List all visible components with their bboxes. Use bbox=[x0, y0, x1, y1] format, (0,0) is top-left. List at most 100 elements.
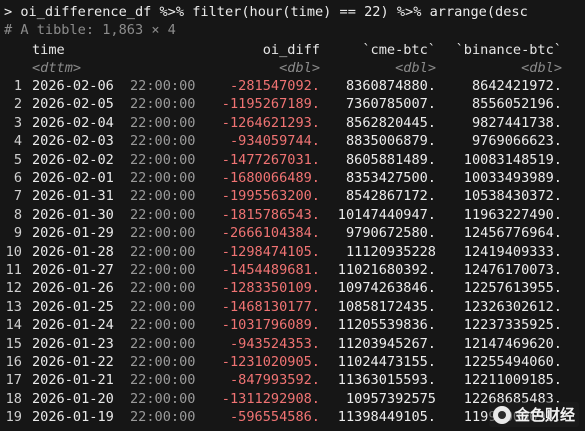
cell-date: 2026-01-25 bbox=[32, 298, 114, 315]
cell-date: 2026-02-03 bbox=[32, 133, 114, 150]
cell-date: 2026-01-28 bbox=[32, 243, 114, 260]
cell-date: 2026-01-31 bbox=[32, 188, 114, 205]
cell-time: 22:00:00 bbox=[130, 114, 196, 131]
row-number: 19 bbox=[5, 409, 22, 426]
r-console[interactable]: > oi_difference_df %>% filter(hour(time)… bbox=[0, 0, 585, 431]
cell-binance-btc: 12326302612. bbox=[463, 298, 562, 315]
cell-binance-btc: 12456776964. bbox=[463, 225, 562, 242]
cell-date: 2026-02-02 bbox=[32, 151, 114, 168]
cell-time: 22:00:00 bbox=[130, 317, 196, 334]
cell-time: 22:00:00 bbox=[130, 298, 196, 315]
cell-date: 2026-01-22 bbox=[32, 354, 114, 370]
cell-oi-diff: -1031796089. bbox=[221, 317, 320, 334]
row-number: 12 bbox=[5, 280, 22, 297]
row-number: 4 bbox=[13, 133, 22, 150]
row-number: 18 bbox=[5, 390, 22, 407]
row-number: 16 bbox=[5, 354, 22, 370]
cell-oi-diff: -1454489681. bbox=[221, 262, 320, 278]
cell-binance-btc: 12147469620. bbox=[463, 335, 562, 352]
cell-time: 22:00:00 bbox=[130, 335, 196, 352]
row-number: 3 bbox=[13, 114, 22, 131]
type-cme-btc: <dbl> bbox=[395, 60, 436, 76]
type-oi-diff: <dbl> bbox=[279, 60, 320, 76]
cell-time: 22:00:00 bbox=[130, 133, 196, 150]
cell-cme-btc: 9790672580. bbox=[345, 225, 436, 242]
cell-date: 2026-02-01 bbox=[32, 170, 114, 186]
cell-time: 22:00:00 bbox=[130, 354, 196, 370]
cell-binance-btc: 10538430372. bbox=[463, 188, 562, 205]
cell-oi-diff: -596554586. bbox=[229, 409, 320, 426]
row-number: 11 bbox=[5, 262, 22, 278]
cell-date: 2026-02-04 bbox=[32, 114, 114, 131]
cell-date: 2026-01-20 bbox=[32, 390, 114, 407]
row-number: 6 bbox=[13, 170, 22, 186]
command-line[interactable]: > oi_difference_df %>% filter(hour(time)… bbox=[4, 4, 528, 21]
cell-time: 22:00:00 bbox=[130, 280, 196, 297]
cell-date: 2026-01-24 bbox=[32, 317, 114, 334]
header-time: time bbox=[32, 42, 65, 58]
cell-cme-btc: 11205539836. bbox=[337, 317, 436, 334]
coin-logo-icon bbox=[492, 405, 511, 424]
cell-oi-diff: -1231020905. bbox=[221, 354, 320, 370]
row-number: 8 bbox=[13, 206, 22, 223]
header-binance-btc: `binance-btc` bbox=[455, 42, 562, 58]
cell-binance-btc: 8642421972. bbox=[471, 78, 562, 94]
watermark: 金色财经 bbox=[488, 402, 579, 427]
cell-oi-diff: -1283350109. bbox=[221, 280, 320, 297]
cell-cme-btc: 11398449105. bbox=[337, 409, 436, 426]
row-number: 14 bbox=[5, 317, 22, 334]
row-number: 9 bbox=[13, 225, 22, 242]
watermark-text: 金色财经 bbox=[514, 406, 575, 424]
row-number: 17 bbox=[5, 372, 22, 389]
cell-cme-btc: 8835006879. bbox=[345, 133, 436, 150]
cell-cme-btc: 10974263846. bbox=[337, 280, 436, 297]
cell-cme-btc: 8562820445. bbox=[345, 114, 436, 131]
cell-time: 22:00:00 bbox=[130, 409, 196, 426]
cell-binance-btc: 9769066623. bbox=[471, 133, 562, 150]
cell-binance-btc: 12211009185. bbox=[463, 372, 562, 389]
cell-oi-diff: -943524353. bbox=[229, 335, 320, 352]
cell-date: 2026-01-23 bbox=[32, 335, 114, 352]
cell-time: 22:00:00 bbox=[130, 78, 196, 94]
cell-cme-btc: 7360785007. bbox=[345, 96, 436, 113]
cell-cme-btc: 10147440947. bbox=[337, 206, 436, 223]
cell-cme-btc: 8542867172. bbox=[345, 188, 436, 205]
cell-cme-btc: 11120935228 bbox=[345, 243, 436, 260]
cell-oi-diff: -1195267189. bbox=[221, 96, 320, 113]
cell-binance-btc: 10083148519. bbox=[463, 151, 562, 168]
cell-oi-diff: -1311292908. bbox=[221, 390, 320, 407]
cell-cme-btc: 11363015593. bbox=[337, 372, 436, 389]
cell-cme-btc: 10858172435. bbox=[337, 298, 436, 315]
row-number: 2 bbox=[13, 96, 22, 113]
cell-binance-btc: 10033493989. bbox=[463, 170, 562, 186]
row-number: 5 bbox=[13, 151, 22, 168]
cell-time: 22:00:00 bbox=[130, 151, 196, 168]
cell-date: 2026-01-19 bbox=[32, 409, 114, 426]
cell-oi-diff: -1995563200. bbox=[221, 188, 320, 205]
cell-binance-btc: 12255494060. bbox=[463, 354, 562, 370]
cell-cme-btc: 11021680392. bbox=[337, 262, 436, 278]
row-number: 7 bbox=[13, 188, 22, 205]
cell-oi-diff: -1815786543. bbox=[221, 206, 320, 223]
cell-binance-btc: 8556052196. bbox=[471, 96, 562, 113]
cell-binance-btc: 11963227490. bbox=[463, 206, 562, 223]
cell-oi-diff: -1298474105. bbox=[221, 243, 320, 260]
cell-binance-btc: 12237335925. bbox=[463, 317, 562, 334]
cell-time: 22:00:00 bbox=[130, 225, 196, 242]
cell-cme-btc: 8360874880. bbox=[345, 78, 436, 94]
cell-date: 2026-01-27 bbox=[32, 262, 114, 278]
type-binance-btc: <dbl> bbox=[521, 60, 562, 76]
cell-oi-diff: -934059744. bbox=[229, 133, 320, 150]
type-time: <dttm> bbox=[32, 60, 82, 76]
cell-time: 22:00:00 bbox=[130, 243, 196, 260]
row-number: 13 bbox=[5, 298, 22, 315]
row-number: 1 bbox=[13, 78, 22, 94]
cell-cme-btc: 8353427500. bbox=[345, 170, 436, 186]
cell-oi-diff: -281547092. bbox=[229, 78, 320, 94]
row-number: 10 bbox=[5, 243, 22, 260]
cell-binance-btc: 12476170073. bbox=[463, 262, 562, 278]
cell-time: 22:00:00 bbox=[130, 170, 196, 186]
cell-oi-diff: -1477267031. bbox=[221, 151, 320, 168]
cell-time: 22:00:00 bbox=[130, 372, 196, 389]
cell-time: 22:00:00 bbox=[130, 206, 196, 223]
